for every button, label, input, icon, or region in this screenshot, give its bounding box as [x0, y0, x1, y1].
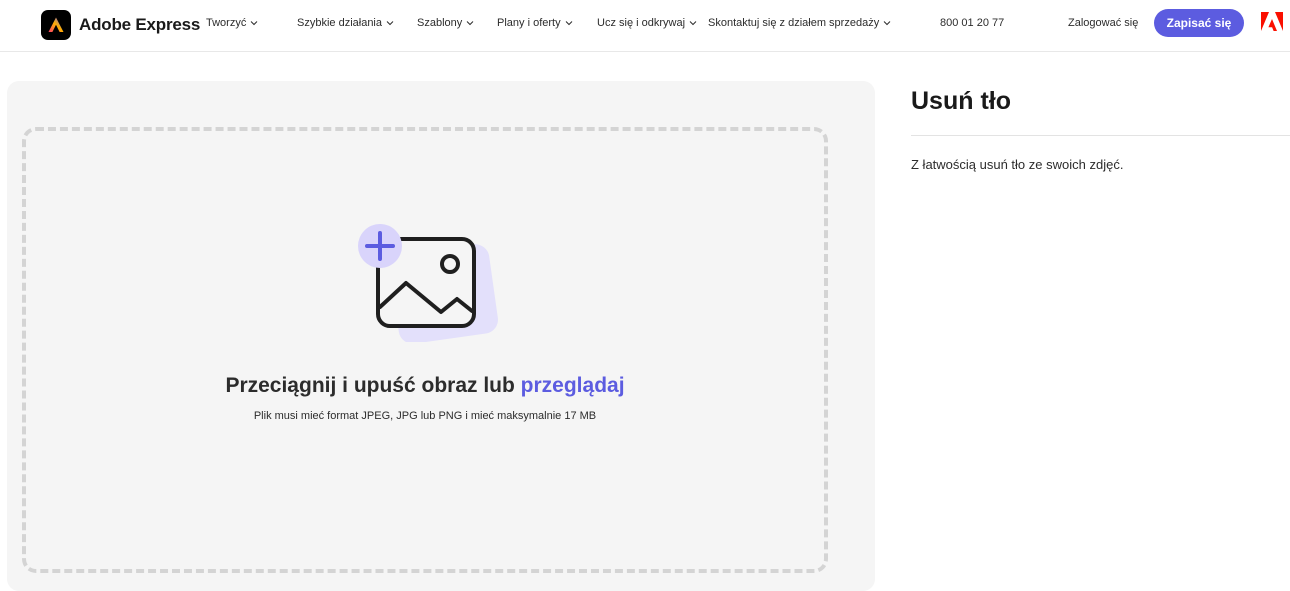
page-title: Usuń tło [911, 87, 1011, 115]
nav-menu-plans[interactable]: Plany i oferty [497, 17, 573, 29]
login-link[interactable]: Zalogować się [1068, 17, 1138, 29]
drop-zone-title-text: Przeciągnij i upuść obraz lub [225, 374, 521, 397]
nav-menu-contact-sales[interactable]: Skontaktuj się z działem sprzedaży [708, 17, 891, 29]
nav-menu-label: Szybkie działania [297, 17, 382, 29]
logo-text: Adobe Express [79, 15, 201, 34]
browse-link[interactable]: przeglądaj [521, 374, 625, 397]
file-requirements-text: Plik musi mieć format JPEG, JPG lub PNG … [253, 410, 597, 422]
chevron-down-icon [466, 21, 474, 26]
nav-menu-templates[interactable]: Szablony [417, 17, 474, 29]
phone-number-link[interactable]: 800 01 20 77 [940, 17, 1004, 29]
chevron-down-icon [250, 21, 258, 26]
nav-menu-quick-actions[interactable]: Szybkie działania [297, 17, 394, 29]
adobe-logo-icon[interactable] [1261, 12, 1283, 32]
chevron-down-icon [883, 21, 891, 26]
top-navigation-bar: Adobe Express Tworzyć Szybkie działania … [0, 0, 1290, 52]
chevron-down-icon [386, 21, 394, 26]
chevron-down-icon [689, 21, 697, 26]
nav-menu-label: Szablony [417, 17, 463, 29]
nav-menu-label: Ucz się i odkrywaj [597, 17, 686, 29]
divider [911, 135, 1290, 136]
drop-zone-title: Przeciągnij i upuść obraz lub przeglądaj [22, 374, 828, 398]
page-description: Z łatwością usuń tło ze swoich zdjęć. [911, 157, 1124, 172]
nav-menu-label: Tworzyć [206, 17, 247, 29]
drop-zone[interactable] [22, 127, 828, 573]
nav-menu-label: Plany i oferty [497, 17, 561, 29]
adobe-express-logo[interactable]: Adobe Express [41, 10, 200, 40]
chevron-down-icon [565, 21, 572, 26]
nav-menu-create[interactable]: Tworzyć [206, 17, 258, 29]
adobe-express-logo-icon [41, 10, 71, 40]
signup-button[interactable]: Zapisać się [1154, 9, 1244, 37]
add-image-icon [358, 224, 498, 342]
nav-menu-learn[interactable]: Ucz się i odkrywaj [597, 17, 697, 29]
nav-menu-label: Skontaktuj się z działem sprzedaży [708, 17, 880, 29]
